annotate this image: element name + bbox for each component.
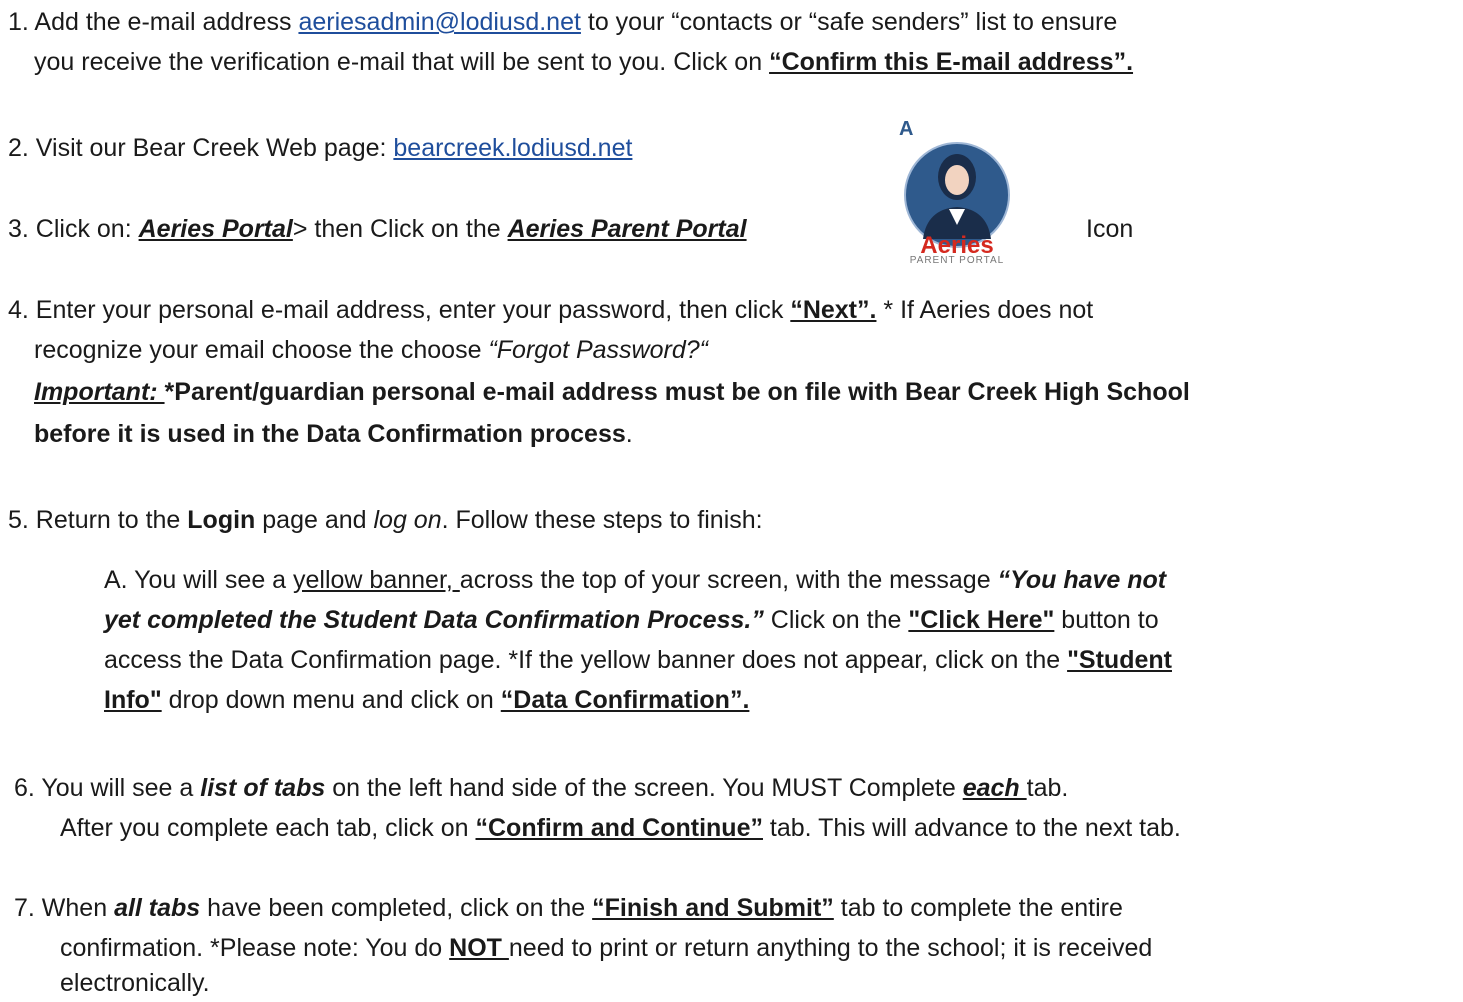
forgot-password-label: “Forgot Password?“ xyxy=(488,336,708,364)
step-a-line-1: A. You will see a yellow banner, across … xyxy=(104,566,1167,594)
confirm-email-instruction: “Confirm this E-mail address”. xyxy=(769,48,1134,76)
click-here-label: "Click Here" xyxy=(908,606,1055,634)
step-4-line-2: recognize your email choose the choose “… xyxy=(34,336,708,364)
step-a-line-4: Info" drop down menu and click on “Data … xyxy=(104,686,750,714)
step-1-line-1: 1. Add the e-mail address aeriesadmin@lo… xyxy=(8,8,1118,36)
next-button-label: “Next”. xyxy=(790,296,877,324)
step-7-line-1: 7. When all tabs have been completed, cl… xyxy=(14,894,1123,922)
aeries-parent-portal-logo: A Aeries PARENT PORTAL xyxy=(893,117,1021,266)
step-7-line-3: electronically. xyxy=(60,969,210,997)
aeries-logo-icon: A Aeries PARENT PORTAL xyxy=(899,118,1010,266)
step-a-line-3: access the Data Confirmation page. *If t… xyxy=(104,646,1172,674)
student-info-label: "Student xyxy=(1067,646,1172,674)
finish-and-submit-label: “Finish and Submit” xyxy=(592,894,834,922)
icon-word: Icon xyxy=(1086,215,1134,243)
data-confirmation-label: “Data Confirmation”. xyxy=(500,686,750,714)
yellow-banner-text: yellow banner, xyxy=(293,566,460,594)
step-a-line-2: yet completed the Student Data Confirmat… xyxy=(104,606,1159,634)
step-6-line-2: After you complete each tab, click on “C… xyxy=(60,814,1181,842)
step-6-line-1: 6. You will see a list of tabs on the le… xyxy=(14,774,1069,802)
step-2: 2. Visit our Bear Creek Web page: bearcr… xyxy=(8,134,633,162)
student-info-label-cont: Info" xyxy=(104,686,162,714)
step-4-important-line-1: Important: *Parent/guardian personal e-m… xyxy=(34,378,1190,406)
step-5: 5. Return to the Login page and log on. … xyxy=(8,506,763,534)
bearcreek-website-link[interactable]: bearcreek.lodiusd.net xyxy=(393,134,632,162)
step-4-line-1: 4. Enter your personal e-mail address, e… xyxy=(8,296,1094,324)
confirm-and-continue-label: “Confirm and Continue” xyxy=(475,814,763,842)
logo-subtitle: PARENT PORTAL xyxy=(910,255,1005,265)
aeries-admin-email-link[interactable]: aeriesadmin@lodiusd.net xyxy=(298,8,580,36)
aeries-portal-label: Aeries Portal xyxy=(138,215,293,243)
important-label: Important: xyxy=(34,378,165,406)
step-4-important-line-2: before it is used in the Data Confirmati… xyxy=(34,420,633,448)
aeries-parent-portal-label: Aeries Parent Portal xyxy=(507,215,747,243)
step-1-line-2: you receive the verification e-mail that… xyxy=(34,48,1134,76)
step-7-line-2: confirmation. *Please note: You do NOT n… xyxy=(60,934,1153,962)
step-3: 3. Click on: Aeries Portal> then Click o… xyxy=(8,215,747,243)
logo-mark: A xyxy=(899,118,913,140)
